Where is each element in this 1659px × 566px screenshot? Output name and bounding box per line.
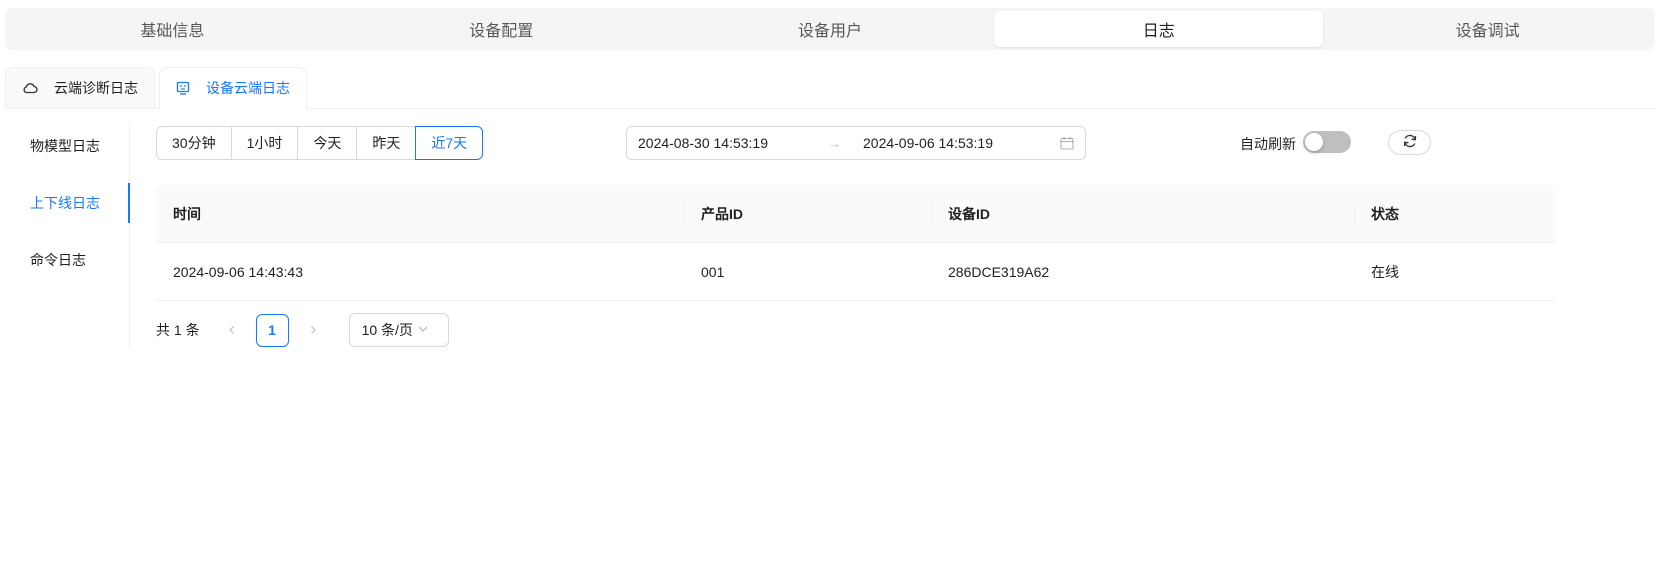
pagination-total: 共 1 条 bbox=[156, 322, 200, 338]
calendar-icon bbox=[1060, 136, 1074, 150]
cell-device-id: 286DCE319A62 bbox=[948, 263, 1050, 280]
switch-knob bbox=[1305, 133, 1323, 151]
tab-device-cloud-log[interactable]: 设备云端日志 bbox=[159, 67, 307, 109]
table-header: 时间 产品ID 设备ID 状态 bbox=[156, 185, 1555, 243]
chevron-right-icon[interactable] bbox=[297, 314, 329, 346]
auto-refresh-switch[interactable] bbox=[1303, 131, 1351, 153]
tab-basic-info[interactable]: 基础信息 bbox=[8, 11, 337, 47]
log-type-tabs: 云端诊断日志 设备云端日志 bbox=[5, 67, 1655, 109]
column-header-product-id: 产品ID bbox=[684, 185, 931, 242]
tab-device-users[interactable]: 设备用户 bbox=[666, 11, 995, 47]
chevron-left-icon[interactable] bbox=[216, 314, 248, 346]
range-yesterday-button[interactable]: 昨天 bbox=[356, 126, 417, 160]
refresh-button[interactable] bbox=[1388, 130, 1431, 155]
end-date-input[interactable]: 2024-09-06 14:53:19 bbox=[863, 135, 1053, 151]
start-date-input[interactable]: 2024-08-30 14:53:19 bbox=[638, 135, 828, 151]
page-size-select[interactable]: 10 条/页 bbox=[348, 313, 449, 347]
top-segmented-tabs: 基础信息 设备配置 设备用户 日志 设备调试 bbox=[5, 8, 1655, 50]
sidebar-item-command-log[interactable]: 命令日志 bbox=[5, 240, 129, 280]
chevron-down-icon bbox=[417, 322, 429, 338]
log-category-sidebar: 物模型日志 上下线日志 命令日志 bbox=[5, 126, 130, 348]
column-header-status: 状态 bbox=[1354, 185, 1555, 242]
page-button[interactable]: 1 bbox=[255, 313, 289, 347]
column-header-device-id: 设备ID bbox=[931, 185, 1354, 242]
log-table: 时间 产品ID 设备ID 状态 2024-09-06 14:43:43 001 … bbox=[156, 185, 1555, 301]
refresh-icon bbox=[1402, 133, 1418, 152]
tab-cloud-diagnosis-log[interactable]: 云端诊断日志 bbox=[5, 67, 155, 109]
cell-product-id: 001 bbox=[701, 263, 725, 280]
range-1hour-button[interactable]: 1小时 bbox=[230, 126, 299, 160]
tab-label: 云端诊断日志 bbox=[54, 80, 138, 96]
cell-time: 2024-09-06 14:43:43 bbox=[173, 263, 303, 280]
range-7days-button[interactable]: 近7天 bbox=[415, 126, 484, 160]
tab-logs[interactable]: 日志 bbox=[994, 11, 1324, 47]
device-icon bbox=[176, 81, 190, 95]
sidebar-item-model-log[interactable]: 物模型日志 bbox=[5, 126, 129, 166]
tab-label: 设备云端日志 bbox=[206, 80, 290, 96]
pagination: 共 1 条 1 10 条/页 bbox=[156, 313, 449, 347]
cloud-icon bbox=[22, 81, 38, 95]
table-row: 2024-09-06 14:43:43 001 286DCE319A62 在线 bbox=[156, 243, 1555, 301]
page-size-value: 10 条/页 bbox=[361, 322, 413, 338]
range-today-button[interactable]: 今天 bbox=[297, 126, 358, 160]
range-separator: → bbox=[828, 135, 841, 151]
range-30min-button[interactable]: 30分钟 bbox=[156, 126, 232, 160]
column-header-time: 时间 bbox=[173, 205, 201, 222]
sidebar-item-online-offline-log[interactable]: 上下线日志 bbox=[5, 183, 130, 223]
auto-refresh-label: 自动刷新 bbox=[1240, 136, 1296, 152]
time-range-group: 30分钟 1小时 今天 昨天 近7天 bbox=[156, 126, 484, 160]
tab-device-debug[interactable]: 设备调试 bbox=[1323, 11, 1652, 47]
date-range-picker[interactable]: 2024-08-30 14:53:19 → 2024-09-06 14:53:1… bbox=[626, 126, 1086, 160]
cell-status: 在线 bbox=[1371, 263, 1399, 280]
tab-device-config[interactable]: 设备配置 bbox=[337, 11, 666, 47]
